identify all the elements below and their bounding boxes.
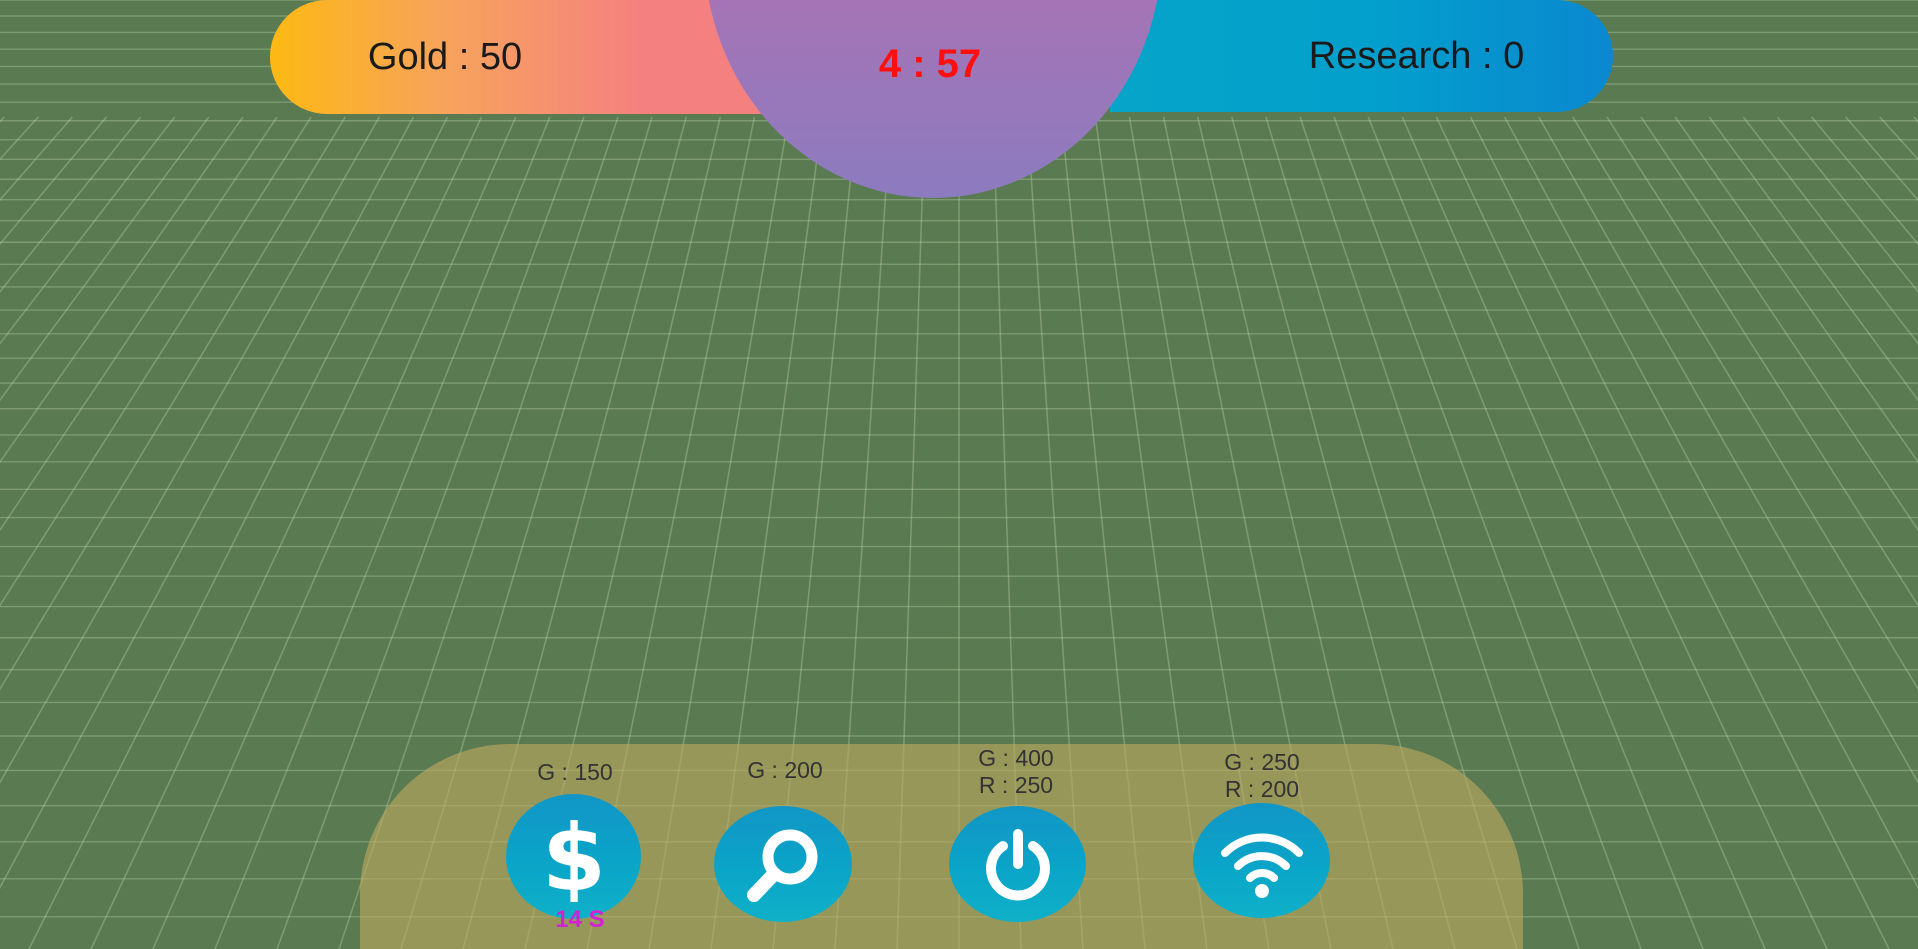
svg-text:$: $: [541, 812, 605, 902]
build-cooldown-timer: 14 S: [555, 906, 605, 933]
power-plant-cost: G : 400 R : 250: [946, 745, 1086, 799]
cost-line: G : 400: [978, 745, 1054, 771]
dollar-icon: $: [541, 812, 605, 902]
research-counter-label: Research : 0: [1308, 34, 1525, 77]
power-icon: [985, 829, 1050, 901]
magnifier-icon: [747, 829, 818, 902]
cost-line: G : 150: [537, 759, 613, 785]
cost-line: R : 200: [1224, 776, 1300, 802]
wifi-icon: [1220, 833, 1303, 898]
countdown-timer: 4 : 57: [878, 42, 982, 86]
research-lab-cost: G : 200: [715, 757, 855, 784]
radio-tower-cost: G : 250 R : 200: [1192, 749, 1332, 803]
gold-mine-cost: G : 150: [505, 759, 645, 786]
build-gold-mine-button[interactable]: $: [506, 794, 641, 919]
build-power-plant-button[interactable]: [949, 806, 1086, 922]
cost-line: G : 250: [1224, 749, 1300, 775]
gold-counter-panel: Gold : 50: [270, 0, 770, 114]
cost-line: R : 250: [978, 772, 1054, 798]
gold-counter-label: Gold : 50: [367, 35, 523, 78]
build-radio-tower-button[interactable]: [1193, 803, 1330, 918]
build-research-lab-button[interactable]: [714, 806, 852, 922]
research-counter-panel: Research : 0: [1110, 0, 1613, 112]
cost-line: G : 200: [747, 757, 823, 783]
game-viewport[interactable]: Gold : 50 Research : 0 4 : 57 G : 150 $ …: [0, 0, 1918, 949]
